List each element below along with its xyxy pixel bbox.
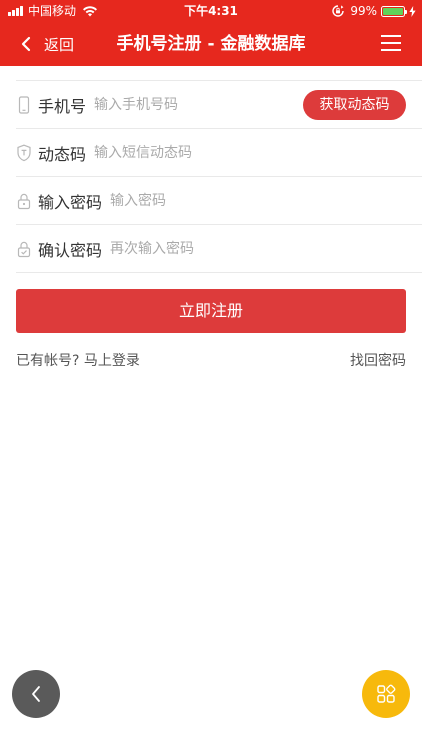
phone-label: 手机号 <box>38 96 87 116</box>
password-label: 输入密码 <box>38 192 103 212</box>
status-bar: 中国移动 下午4:31 99% <box>0 0 422 22</box>
back-button[interactable]: 返回 <box>20 22 74 66</box>
battery-icon <box>381 5 407 17</box>
shield-icon <box>17 144 31 161</box>
lock-check-icon <box>17 241 31 257</box>
get-code-button[interactable]: 获取动态码 <box>303 90 406 120</box>
battery-percentage: 99% <box>350 4 377 18</box>
phone-icon <box>18 95 30 114</box>
floating-back-button[interactable] <box>12 670 60 718</box>
password-row: 输入密码 <box>16 177 422 225</box>
status-bar-right: 99% <box>332 0 416 22</box>
confirm-password-input[interactable] <box>110 233 422 264</box>
register-button[interactable]: 立即注册 <box>16 289 406 333</box>
grid-icon <box>377 684 396 703</box>
charging-bolt-icon <box>409 5 416 17</box>
code-input[interactable] <box>94 137 422 168</box>
back-label: 返回 <box>44 35 75 54</box>
confirm-password-row: 确认密码 <box>16 225 422 273</box>
confirm-password-label: 确认密码 <box>38 240 103 260</box>
hamburger-menu-icon[interactable] <box>380 32 402 54</box>
rotation-lock-icon <box>332 5 345 17</box>
code-row: 动态码 <box>16 129 422 177</box>
phone-input[interactable] <box>94 89 295 120</box>
password-input[interactable] <box>110 185 422 216</box>
battery-fill <box>383 7 403 15</box>
chevron-left-icon <box>21 36 31 52</box>
chevron-left-icon <box>32 686 40 702</box>
forgot-password-link[interactable]: 找回密码 <box>350 350 406 370</box>
phone-row: 手机号 获取动态码 <box>16 81 422 129</box>
code-label: 动态码 <box>38 144 87 164</box>
app-header: 中国移动 下午4:31 99% 返回 手机号注册 - 金融数据库 <box>0 0 422 66</box>
lock-icon <box>17 193 31 209</box>
login-link[interactable]: 已有帐号? 马上登录 <box>16 350 140 370</box>
nav-bar: 返回 手机号注册 - 金融数据库 <box>0 22 422 66</box>
floating-apps-button[interactable] <box>362 670 410 718</box>
